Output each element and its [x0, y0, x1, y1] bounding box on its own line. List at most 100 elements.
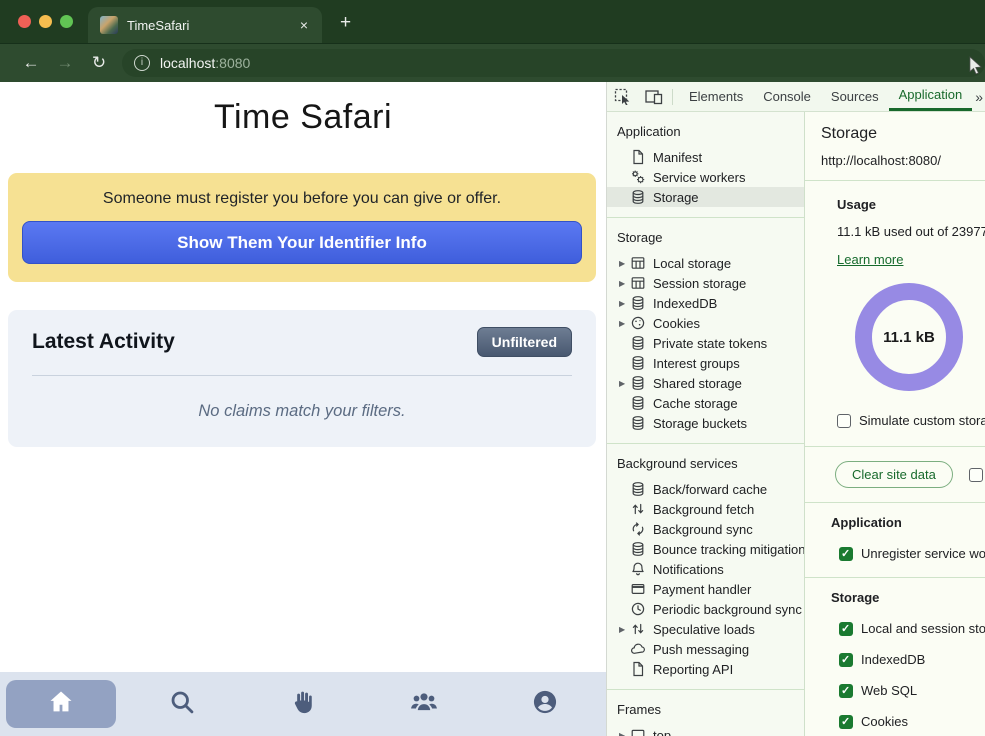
- show-identifier-info-button[interactable]: Show Them Your Identifier Info: [22, 221, 582, 264]
- expander-arrow-icon[interactable]: ▶: [619, 259, 630, 268]
- expander-arrow-icon[interactable]: ▶: [619, 319, 630, 328]
- url-host: localhost: [160, 55, 215, 71]
- indexeddb-label: IndexedDB: [861, 652, 925, 667]
- application-section-heading: Application: [831, 515, 985, 530]
- indexeddb-checkbox[interactable]: [839, 653, 853, 667]
- devtools-tab-application[interactable]: Application: [889, 82, 973, 111]
- inspect-element-icon[interactable]: [607, 88, 638, 105]
- site-info-icon[interactable]: i: [134, 55, 150, 71]
- traffic-lights: [18, 15, 73, 28]
- nav-item-people[interactable]: [364, 672, 485, 736]
- storage-panel: Storage http://localhost:8080/ Usage 11.…: [805, 112, 985, 736]
- sidebar-item-manifest[interactable]: Manifest: [607, 147, 804, 167]
- sidebar-item-local-storage[interactable]: ▶ Local storage: [607, 253, 804, 273]
- sidebar-item-cache-storage[interactable]: Cache storage: [607, 393, 804, 413]
- checkbox-row: Local and session storage: [839, 621, 985, 636]
- mouse-cursor: [969, 56, 983, 79]
- reload-icon[interactable]: ↻: [82, 53, 116, 73]
- expander-arrow-icon[interactable]: ▶: [619, 279, 630, 288]
- devtools-tab-console[interactable]: Console: [753, 82, 821, 111]
- sidebar-item-indexeddb[interactable]: ▶IndexedDB: [607, 293, 804, 313]
- nav-item-hand[interactable]: [242, 672, 363, 736]
- sidebar-item-session-storage[interactable]: ▶Session storage: [607, 273, 804, 293]
- local-and-session-storage-checkbox[interactable]: [839, 622, 853, 636]
- cookie-icon: [630, 315, 646, 331]
- cookies-checkbox[interactable]: [839, 715, 853, 729]
- sidebar-section-title: Application: [607, 116, 804, 147]
- sidebar-item-bounce-tracking-mitigation[interactable]: Bounce tracking mitigation: [607, 539, 804, 559]
- devtools-tab-elements[interactable]: Elements: [679, 82, 753, 111]
- nav-item-profile[interactable]: [485, 672, 606, 736]
- sidebar-item-background-fetch[interactable]: Background fetch: [607, 499, 804, 519]
- web-sql-checkbox[interactable]: [839, 684, 853, 698]
- nav-item-home[interactable]: [0, 672, 121, 736]
- new-tab-button[interactable]: +: [340, 12, 351, 34]
- sidebar-item-label: Push messaging: [653, 642, 749, 657]
- close-window-button[interactable]: [18, 15, 31, 28]
- back-icon[interactable]: ←: [14, 53, 48, 73]
- nav-item-search[interactable]: [121, 672, 242, 736]
- unfiltered-filter-button[interactable]: Unfiltered: [477, 327, 572, 357]
- hand-icon: [289, 688, 317, 721]
- sidebar-section-storage: Storage▶Local storage▶Session storage▶In…: [607, 218, 804, 444]
- table-icon: [630, 275, 646, 291]
- forward-icon[interactable]: →: [48, 53, 82, 73]
- updown-icon: [630, 501, 646, 517]
- simulate-quota-label: Simulate custom storage quota: [859, 413, 985, 428]
- expander-arrow-icon[interactable]: ▶: [619, 299, 630, 308]
- latest-activity-card: Latest Activity Unfiltered No claims mat…: [8, 310, 596, 447]
- clear-site-data-button[interactable]: Clear site data: [835, 461, 953, 488]
- card-icon: [630, 581, 646, 597]
- address-bar[interactable]: i localhost:8080: [122, 49, 985, 77]
- sidebar-item-payment-handler[interactable]: Payment handler: [607, 579, 804, 599]
- minimize-window-button[interactable]: [39, 15, 52, 28]
- sidebar-item-background-sync[interactable]: Background sync: [607, 519, 804, 539]
- database-icon: [630, 541, 646, 557]
- sidebar-item-speculative-loads[interactable]: ▶Speculative loads: [607, 619, 804, 639]
- expander-arrow-icon[interactable]: ▶: [619, 379, 630, 388]
- database-icon: [630, 189, 646, 205]
- sidebar-item-label: Manifest: [653, 150, 702, 165]
- sidebar-item-interest-groups[interactable]: Interest groups: [607, 353, 804, 373]
- people-icon: [409, 688, 439, 721]
- tab-close-icon[interactable]: ×: [296, 17, 312, 33]
- sidebar-item-reporting-api[interactable]: Reporting API: [607, 659, 804, 679]
- file-icon: [630, 149, 646, 165]
- sidebar-item-back-forward-cache[interactable]: Back/forward cache: [607, 479, 804, 499]
- sidebar-section-title: Frames: [607, 694, 804, 725]
- device-toolbar-icon[interactable]: [638, 89, 670, 105]
- sidebar-item-top[interactable]: ▶top: [607, 725, 804, 736]
- sidebar-item-private-state-tokens[interactable]: Private state tokens: [607, 333, 804, 353]
- web-sql-label: Web SQL: [861, 683, 917, 698]
- sidebar-item-shared-storage[interactable]: ▶Shared storage: [607, 373, 804, 393]
- more-tabs-icon[interactable]: »: [973, 89, 985, 105]
- including-third-party-checkbox[interactable]: [969, 468, 983, 482]
- sidebar-item-label: Periodic background sync: [653, 602, 802, 617]
- sidebar-item-push-messaging[interactable]: Push messaging: [607, 639, 804, 659]
- file-icon: [630, 661, 646, 677]
- simulate-quota-checkbox[interactable]: [837, 414, 851, 428]
- unregister-service-workers-checkbox[interactable]: [839, 547, 853, 561]
- sidebar-item-storage-buckets[interactable]: Storage buckets: [607, 413, 804, 433]
- local-and-session-storage-label: Local and session storage: [861, 621, 985, 636]
- sidebar-item-label: Local storage: [653, 256, 731, 271]
- devtools-tab-sources[interactable]: Sources: [821, 82, 889, 111]
- usage-heading: Usage: [837, 197, 985, 212]
- sidebar-item-cookies[interactable]: ▶Cookies: [607, 313, 804, 333]
- browser-tab[interactable]: TimeSafari ×: [88, 7, 322, 43]
- learn-more-link[interactable]: Learn more: [837, 252, 903, 267]
- maximize-window-button[interactable]: [60, 15, 73, 28]
- expander-arrow-icon[interactable]: ▶: [619, 731, 630, 736]
- sidebar-item-label: Storage buckets: [653, 416, 747, 431]
- sidebar-item-storage[interactable]: Storage: [607, 187, 804, 207]
- database-icon: [630, 415, 646, 431]
- checkbox-row: Unregister service workers: [839, 546, 985, 561]
- sidebar-item-periodic-background-sync[interactable]: Periodic background sync: [607, 599, 804, 619]
- application-checkbox-list: Unregister service workers: [831, 546, 985, 561]
- storage-panel-title: Storage: [821, 125, 985, 143]
- window-titlebar: TimeSafari × +: [0, 0, 985, 43]
- expander-arrow-icon[interactable]: ▶: [619, 625, 630, 634]
- sidebar-item-notifications[interactable]: Notifications: [607, 559, 804, 579]
- registration-alert: Someone must register you before you can…: [8, 173, 596, 282]
- sidebar-item-service-workers[interactable]: Service workers: [607, 167, 804, 187]
